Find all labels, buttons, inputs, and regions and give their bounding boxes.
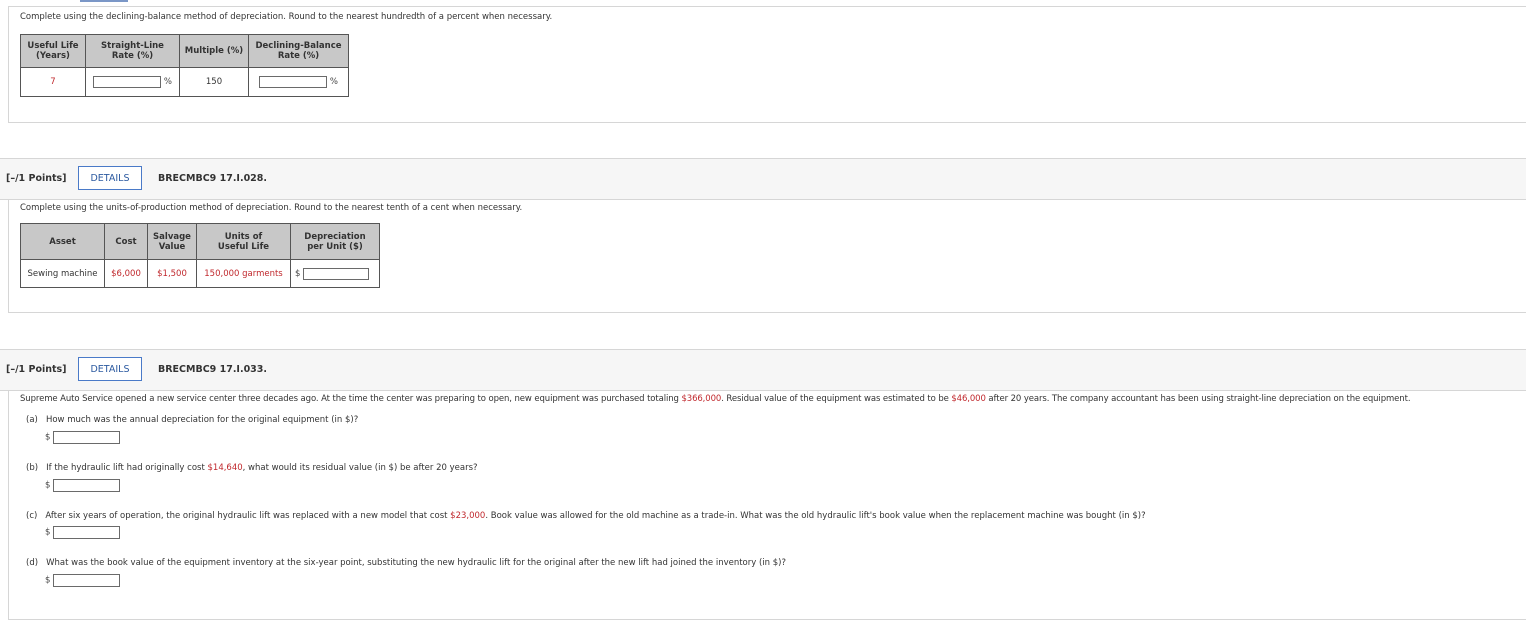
q3-residual-value: $46,000 xyxy=(951,394,986,404)
q2-header-cost: Cost xyxy=(104,223,148,260)
q2-cost-value: $6,000 xyxy=(104,259,148,288)
q1-header-straight-line-rate: Straight-Line Rate (%) xyxy=(85,34,180,68)
q1-declining-balance-table: Useful Life (Years) Straight-Line Rate (%)… xyxy=(20,34,349,97)
q2-question-id: BRECMBC9 17.I.028. xyxy=(158,173,268,184)
q1-header-declining-balance-rate: Declining-Balance Rate (%) xyxy=(248,34,349,68)
q3-part-a: (a) How much was the annual depreciation… xyxy=(26,415,359,425)
q1-useful-life-value: 7 xyxy=(20,67,86,97)
q1-multiple-value: 150 xyxy=(179,67,249,97)
q3-points: [–/1 Points] xyxy=(6,364,67,375)
q3-part-a-answer: $ xyxy=(45,431,121,444)
part-a-input[interactable] xyxy=(53,431,121,444)
depreciation-per-unit-input[interactable] xyxy=(303,267,370,280)
q2-units-of-production-table: Asset Cost Salvage Value Units of Useful L… xyxy=(20,223,380,288)
q2-asset-value: Sewing machine xyxy=(20,259,105,288)
q3-new-lift-cost: $23,000 xyxy=(450,511,486,521)
part-c-input[interactable] xyxy=(53,526,121,539)
q2-header-asset: Asset xyxy=(20,223,105,260)
q1-header-useful-life: Useful Life (Years) xyxy=(20,34,86,68)
q3-part-c-answer: $ xyxy=(45,526,121,539)
q3-question-id: BRECMBC9 17.I.033. xyxy=(158,364,268,375)
dollar-unit: $ xyxy=(45,432,51,443)
q2-units-value: 150,000 garments xyxy=(196,259,291,288)
q3-part-d-answer: $ xyxy=(45,574,121,587)
dollar-unit: $ xyxy=(45,480,51,491)
q2-header-units-of-useful-life: Units of Useful Life xyxy=(196,223,291,260)
dollar-unit: $ xyxy=(295,268,301,279)
q1-header-multiple: Multiple (%) xyxy=(179,34,249,68)
dollar-unit: $ xyxy=(45,575,51,586)
q3-details-button[interactable]: DETAILS xyxy=(78,357,142,381)
q3-intro: Supreme Auto Service opened a new servic… xyxy=(20,394,1411,404)
q2-header-salvage-value: Salvage Value xyxy=(147,223,197,260)
q3-lift-cost: $14,640 xyxy=(207,463,243,473)
q2-salvage-value: $1,500 xyxy=(147,259,197,288)
q2-points: [–/1 Points] xyxy=(6,173,67,184)
q3-part-d: (d) What was the book value of the equip… xyxy=(26,558,786,568)
percent-unit: % xyxy=(329,77,338,87)
q1-declining-balance-cell: % xyxy=(248,67,349,97)
q2-instruction: Complete using the units-of-production m… xyxy=(20,203,523,213)
q3-part-c: (c) After six years of operation, the or… xyxy=(26,511,1146,521)
q2-header-depreciation-per-unit: Depreciation per Unit ($) xyxy=(290,223,380,260)
q2-details-button[interactable]: DETAILS xyxy=(78,166,142,190)
q1-instruction: Complete using the declining-balance met… xyxy=(20,12,553,22)
part-d-input[interactable] xyxy=(53,574,121,587)
declining-balance-rate-input[interactable] xyxy=(259,76,328,88)
part-b-input[interactable] xyxy=(53,479,121,492)
percent-unit: % xyxy=(163,77,172,87)
q3-equipment-total: $366,000 xyxy=(681,394,722,404)
q2-depreciation-cell: $ xyxy=(290,259,380,288)
q1-straight-line-cell: % xyxy=(85,67,180,97)
active-tab-indicator xyxy=(80,0,128,2)
q3-part-b-answer: $ xyxy=(45,479,121,492)
dollar-unit: $ xyxy=(45,527,51,538)
q3-part-b: (b) If the hydraulic lift had originally… xyxy=(26,463,478,473)
straight-line-rate-input[interactable] xyxy=(93,76,162,88)
